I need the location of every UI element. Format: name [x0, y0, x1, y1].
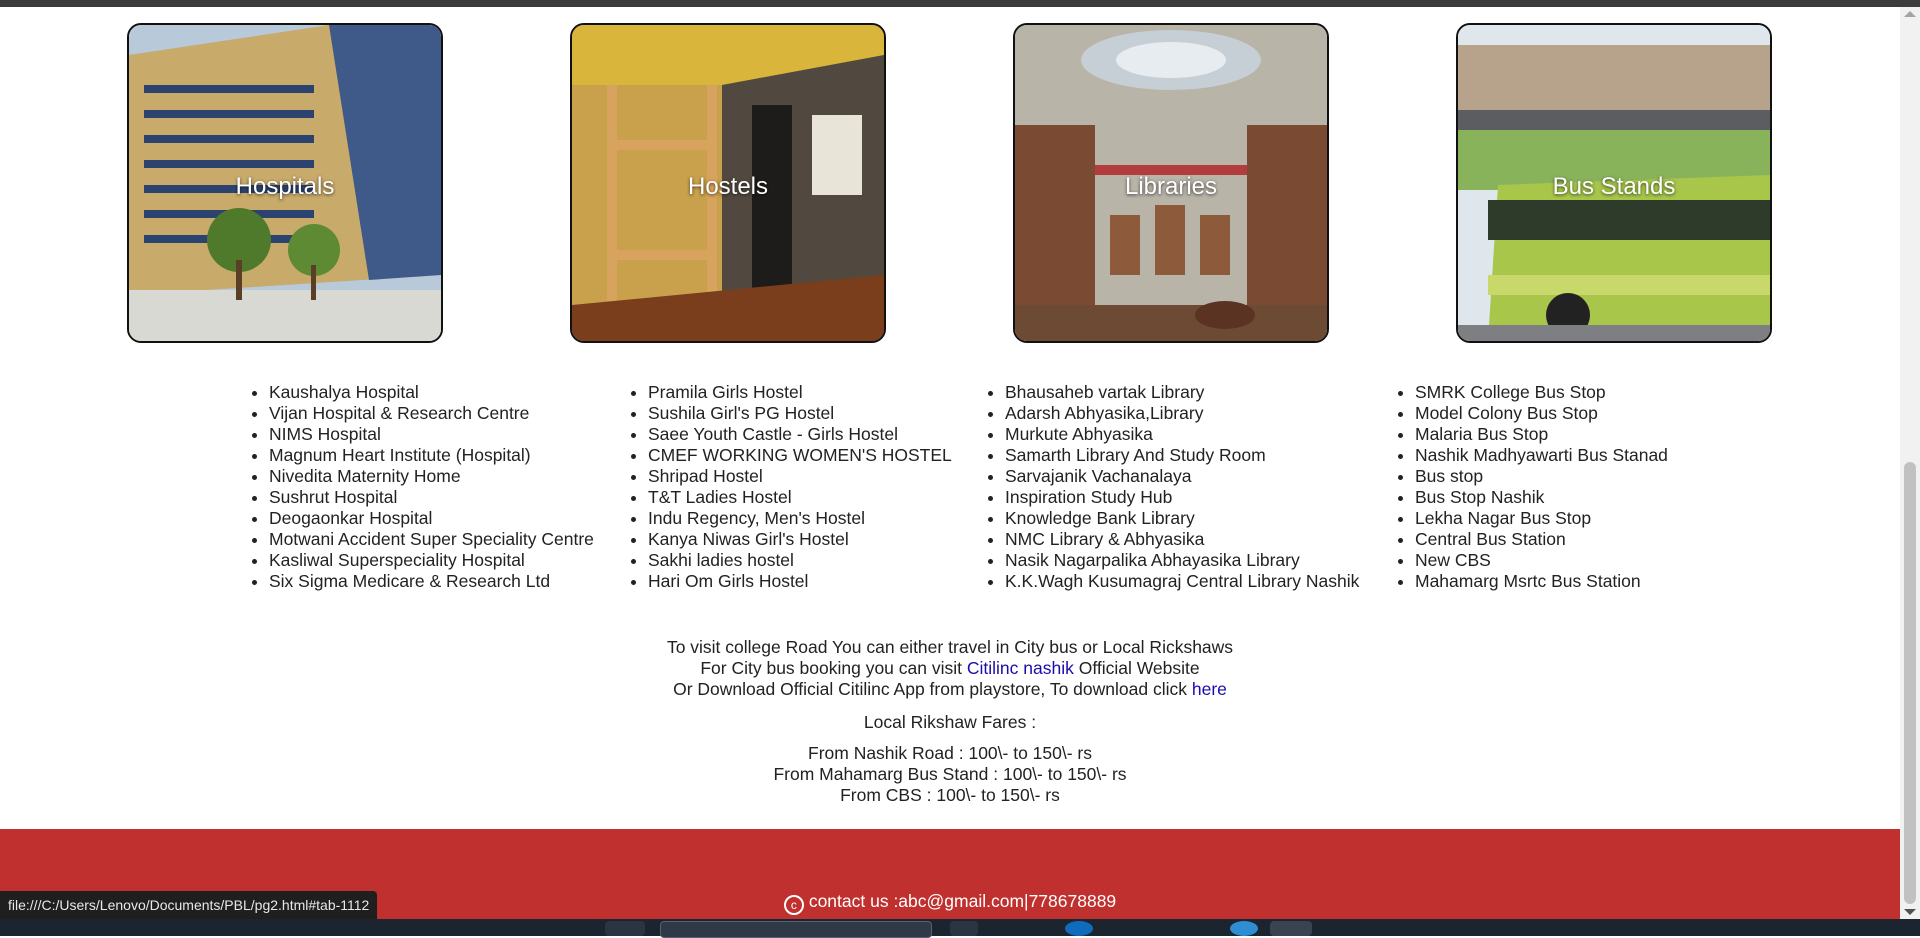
info-text: Or Download Official Citilinc App from p… — [673, 679, 1192, 699]
citilinc-link[interactable]: Citilinc nashik — [967, 658, 1074, 678]
card-title: Bus Stands — [1552, 173, 1676, 200]
list-item: Saee Youth Castle - Girls Hostel — [648, 424, 952, 445]
info-text: For City bus booking you can visit — [700, 658, 967, 678]
list-item: Bhausaheb vartak Library — [1005, 382, 1359, 403]
list-item: NMC Library & Abhyasika — [1005, 529, 1359, 550]
taskbar-app-icon[interactable] — [1230, 921, 1258, 936]
vertical-scrollbar[interactable] — [1900, 7, 1920, 919]
card-title: Libraries — [1124, 173, 1218, 200]
scroll-down-icon[interactable] — [1904, 909, 1916, 915]
list-item: Central Bus Station — [1415, 529, 1668, 550]
contact-text: contact us :abc@gmail.com|778678889 — [808, 891, 1117, 911]
list-item: Bus stop — [1415, 466, 1668, 487]
bus-stand-list: SMRK College Bus Stop Model Colony Bus S… — [1395, 382, 1668, 592]
list-item: Deogaonkar Hospital — [269, 508, 594, 529]
download-here-link[interactable]: here — [1192, 679, 1227, 699]
scroll-up-icon[interactable] — [1904, 11, 1916, 17]
library-list: Bhausaheb vartak Library Adarsh Abhyasik… — [985, 382, 1359, 592]
browser-top-edge — [0, 0, 1920, 7]
list-item: Kanya Niwas Girl's Hostel — [648, 529, 952, 550]
list-item: Sarvajanik Vachanalaya — [1005, 466, 1359, 487]
list-item: Nivedita Maternity Home — [269, 466, 594, 487]
list-item: Pramila Girls Hostel — [648, 382, 952, 403]
list-item: Sakhi ladies hostel — [648, 550, 952, 571]
card-libraries[interactable]: Libraries — [1013, 23, 1329, 343]
taskbar-app-icon[interactable] — [1065, 921, 1093, 936]
list-item: New CBS — [1415, 550, 1668, 571]
info-line: To visit college Road You can either tra… — [666, 637, 1234, 657]
card-hospitals[interactable]: Hospitals — [127, 23, 443, 343]
list-item: NIMS Hospital — [269, 424, 594, 445]
category-cards: Hospitals Hostels Libraries Bus Stands — [0, 23, 1900, 343]
list-item: Indu Regency, Men's Hostel — [648, 508, 952, 529]
list-item: SMRK College Bus Stop — [1415, 382, 1668, 403]
taskbar-search-box[interactable] — [660, 921, 932, 938]
fare-line: From Nashik Road : 100\- to 150\- rs — [808, 743, 1092, 763]
list-item: Lekha Nagar Bus Stop — [1415, 508, 1668, 529]
taskbar-start-icon[interactable] — [605, 921, 645, 936]
list-item: T&T Ladies Hostel — [648, 487, 952, 508]
os-taskbar — [0, 919, 1920, 938]
info-line: Or Download Official Citilinc App from p… — [0, 679, 1900, 700]
list-item: Mahamarg Msrtc Bus Station — [1415, 571, 1668, 592]
page-content: Hospitals Hostels Libraries Bus Stands •… — [0, 7, 1900, 919]
list-item: Bus Stop Nashik — [1415, 487, 1668, 508]
taskbar-app-icon[interactable] — [950, 921, 978, 936]
fares-list: From Nashik Road : 100\- to 150\- rs Fro… — [0, 743, 1900, 806]
list-item: Sushila Girl's PG Hostel — [648, 403, 952, 424]
list-item: K.K.Wagh Kusumagraj Central Library Nash… — [1005, 571, 1359, 592]
list-item: Nasik Nagarpalika Abhayasika Library — [1005, 550, 1359, 571]
fare-line: From Mahamarg Bus Stand : 100\- to 150\-… — [773, 764, 1127, 784]
list-item: Malaria Bus Stop — [1415, 424, 1668, 445]
info-text: Official Website — [1073, 658, 1200, 678]
copyright-icon: c — [783, 895, 804, 915]
list-item: Hari Om Girls Hostel — [648, 571, 952, 592]
list-item: Inspiration Study Hub — [1005, 487, 1359, 508]
travel-info: To visit college Road You can either tra… — [0, 637, 1900, 806]
list-item: Nashik Madhyawarti Bus Stanad — [1415, 445, 1668, 466]
list-item: Kaushalya Hospital — [269, 382, 594, 403]
status-bar-url: file:///C:/Users/Lenovo/Documents/PBL/pg… — [0, 891, 378, 919]
hostel-list: Pramila Girls Hostel Sushila Girl's PG H… — [628, 382, 952, 592]
card-busstands[interactable]: Bus Stands — [1456, 23, 1772, 343]
fare-line: From CBS : 100\- to 150\- rs — [840, 785, 1060, 805]
list-item: Six Sigma Medicare & Research Ltd — [269, 571, 594, 592]
hospital-list: Kaushalya Hospital Vijan Hospital & Rese… — [249, 382, 594, 592]
card-title: Hospitals — [235, 173, 335, 200]
list-item: Knowledge Bank Library — [1005, 508, 1359, 529]
list-item: Model Colony Bus Stop — [1415, 403, 1668, 424]
card-hostels[interactable]: Hostels — [570, 23, 886, 343]
fares-title: Local Rikshaw Fares : — [863, 712, 1037, 732]
taskbar-browser-icon[interactable] — [1270, 921, 1312, 936]
list-item: Vijan Hospital & Research Centre — [269, 403, 594, 424]
list-item: CMEF WORKING WOMEN'S HOSTEL — [648, 445, 952, 466]
info-line: For City bus booking you can visit Citil… — [0, 658, 1900, 679]
list-item: Motwani Accident Super Speciality Centre — [269, 529, 594, 550]
list-item: Magnum Heart Institute (Hospital) — [269, 445, 594, 466]
scroll-thumb[interactable] — [1904, 462, 1916, 904]
card-title: Hostels — [687, 173, 769, 200]
list-item: Kasliwal Superspeciality Hospital — [269, 550, 594, 571]
list-item: Adarsh Abhyasika,Library — [1005, 403, 1359, 424]
list-item: Sushrut Hospital — [269, 487, 594, 508]
list-item: Murkute Abhyasika — [1005, 424, 1359, 445]
list-item: Samarth Library And Study Room — [1005, 445, 1359, 466]
list-item: Shripad Hostel — [648, 466, 952, 487]
